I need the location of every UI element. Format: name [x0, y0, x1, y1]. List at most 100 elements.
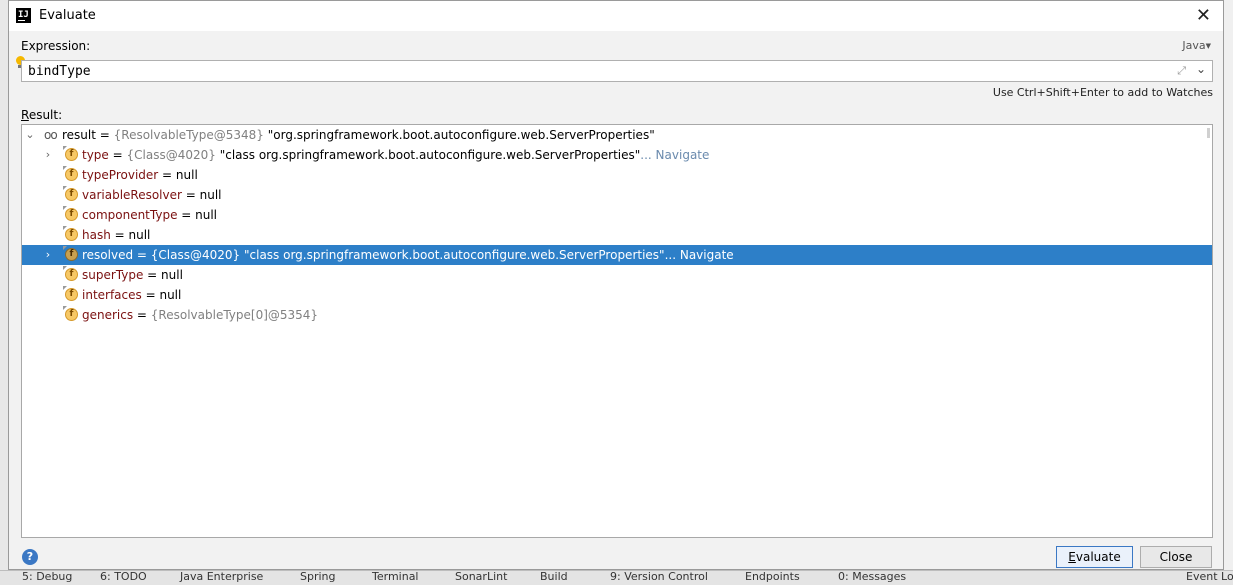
evaluate-dialog: IJ Evaluate ✕ Expression: Java▼ ⤢ ⌄ Use …	[8, 0, 1224, 570]
node-eq: =	[110, 228, 129, 242]
tool-window-tab[interactable]: Build	[540, 571, 568, 583]
node-text: generics = {ResolvableType[0]@5354}	[82, 305, 318, 325]
ide-right-gutter	[1223, 0, 1233, 584]
tree-row-variableResolver[interactable]: f variableResolver = null	[22, 185, 1212, 205]
root-type-ref: {ResolvableType@5348}	[113, 128, 264, 142]
node-value: null	[128, 228, 151, 242]
close-icon[interactable]: ✕	[1196, 5, 1211, 26]
root-name: result	[62, 128, 96, 142]
node-eq: =	[133, 248, 151, 262]
tree-row-componentType[interactable]: f componentType = null	[22, 205, 1212, 225]
tree-row-interfaces[interactable]: f interfaces = null	[22, 285, 1212, 305]
tool-window-tab[interactable]: Terminal	[372, 571, 419, 583]
node-name: type	[82, 148, 109, 162]
result-label-rest: esult:	[28, 108, 63, 122]
tree-row-root[interactable]: ⌄ oo result = {ResolvableType@5348} "org…	[22, 125, 1212, 145]
tool-window-tab[interactable]: Spring	[300, 571, 336, 583]
tree-row-type[interactable]: › f type = {Class@4020} "class org.springf…	[22, 145, 1212, 165]
node-name: variableResolver	[82, 188, 182, 202]
tool-window-tab[interactable]: SonarLint	[455, 571, 507, 583]
node-eq: =	[181, 188, 200, 202]
tool-window-tab[interactable]: Event Log	[1186, 571, 1233, 583]
ide-tool-window-bar: 5: Debug 6: TODO Java Enterprise Spring Term…	[0, 570, 1233, 585]
evaluate-label-rest: valuate	[1075, 550, 1121, 564]
root-value: "org.springframework.boot.autoconfigure.…	[263, 128, 655, 142]
field-icon: f	[63, 286, 78, 301]
expression-input[interactable]	[22, 61, 1168, 81]
result-label-mnemonic: R	[21, 108, 29, 122]
node-text: resolved = {Class@4020} "class org.sprin…	[82, 245, 734, 265]
field-icon: f	[63, 146, 78, 161]
tool-window-tab[interactable]: 6: TODO	[100, 571, 147, 583]
tool-window-tab[interactable]: Java Enterprise	[180, 571, 263, 583]
language-label: Java	[1182, 39, 1206, 52]
root-node-text: result = {ResolvableType@5348} "org.spri…	[62, 125, 655, 145]
dialog-title: Evaluate	[39, 8, 96, 23]
chevron-down-icon: ▼	[1205, 42, 1211, 50]
field-icon: f	[63, 266, 78, 281]
evaluate-mnemonic: E	[1068, 550, 1076, 564]
node-text: variableResolver = null	[82, 185, 222, 205]
node-value: "class org.springframework.boot.autoconf…	[215, 148, 641, 162]
node-name: typeProvider	[82, 168, 159, 182]
node-name: superType	[82, 268, 144, 282]
node-eq: =	[143, 268, 162, 282]
node-eq: =	[141, 288, 160, 302]
node-value: null	[159, 288, 182, 302]
close-button[interactable]: Close	[1140, 546, 1212, 568]
field-icon: f	[63, 246, 78, 261]
intellij-app-icon: IJ	[16, 8, 31, 23]
history-dropdown-icon[interactable]: ⌄	[1196, 62, 1206, 76]
chevron-right-icon[interactable]: ›	[42, 145, 54, 165]
field-icon: f	[63, 166, 78, 181]
tree-row-typeProvider[interactable]: f typeProvider = null	[22, 165, 1212, 185]
node-name: interfaces	[82, 288, 142, 302]
tree-row-resolved[interactable]: › f resolved = {Class@4020} "class org.spr…	[22, 245, 1212, 265]
language-selector[interactable]: Java▼	[1182, 39, 1211, 52]
field-icon: f	[63, 206, 78, 221]
node-eq: =	[108, 148, 127, 162]
tool-window-tab[interactable]: 5: Debug	[22, 571, 72, 583]
watches-hint: Use Ctrl+Shift+Enter to add to Watches	[992, 86, 1213, 99]
node-text: typeProvider = null	[82, 165, 198, 185]
tool-window-tab[interactable]: 9: Version Control	[610, 571, 708, 583]
node-text: type = {Class@4020} "class org.springfra…	[82, 145, 709, 165]
node-value: "class org.springframework.boot.autoconf…	[240, 248, 665, 262]
node-navigate-link[interactable]: ... Navigate	[640, 148, 709, 162]
node-text: hash = null	[82, 225, 150, 245]
node-value: null	[199, 188, 222, 202]
title-bar: IJ Evaluate ✕	[9, 1, 1223, 31]
chevron-down-icon[interactable]: ⌄	[24, 125, 36, 145]
node-value: null	[195, 208, 218, 222]
node-value: null	[161, 268, 183, 282]
node-type-ref: {ResolvableType[0]@5354}	[150, 308, 319, 322]
node-navigate-link[interactable]: ... Navigate	[665, 248, 734, 262]
tree-row-hash[interactable]: f hash = null	[22, 225, 1212, 245]
root-eq: =	[95, 128, 114, 142]
field-icon: f	[63, 226, 78, 241]
node-name: componentType	[82, 208, 178, 222]
node-eq: =	[158, 168, 176, 182]
field-icon: f	[63, 186, 78, 201]
node-type-ref: {Class@4020}	[150, 248, 241, 262]
tree-row-generics[interactable]: f generics = {ResolvableType[0]@5354}	[22, 305, 1212, 325]
node-text: interfaces = null	[82, 285, 181, 305]
tool-window-tab[interactable]: 0: Messages	[838, 571, 906, 583]
node-text: componentType = null	[82, 205, 217, 225]
evaluate-button[interactable]: Evaluate	[1056, 546, 1133, 568]
watch-icon: oo	[44, 128, 58, 142]
node-name: hash	[82, 228, 111, 242]
node-name: resolved	[82, 248, 134, 262]
expression-field[interactable]: ⤢ ⌄	[21, 60, 1213, 82]
expand-icon[interactable]: ⤢	[1177, 64, 1186, 78]
chevron-right-icon[interactable]: ›	[42, 245, 54, 265]
node-eq: =	[133, 308, 151, 322]
help-icon[interactable]: ?	[22, 549, 38, 565]
field-icon: f	[63, 306, 78, 321]
tool-window-tab[interactable]: Endpoints	[745, 571, 800, 583]
tree-row-superType[interactable]: f superType = null	[22, 265, 1212, 285]
result-tree[interactable]: ⌄ oo result = {ResolvableType@5348} "org…	[21, 124, 1213, 538]
expression-label: Expression:	[21, 39, 91, 53]
node-value: null	[175, 168, 198, 182]
node-name: generics	[82, 308, 134, 322]
